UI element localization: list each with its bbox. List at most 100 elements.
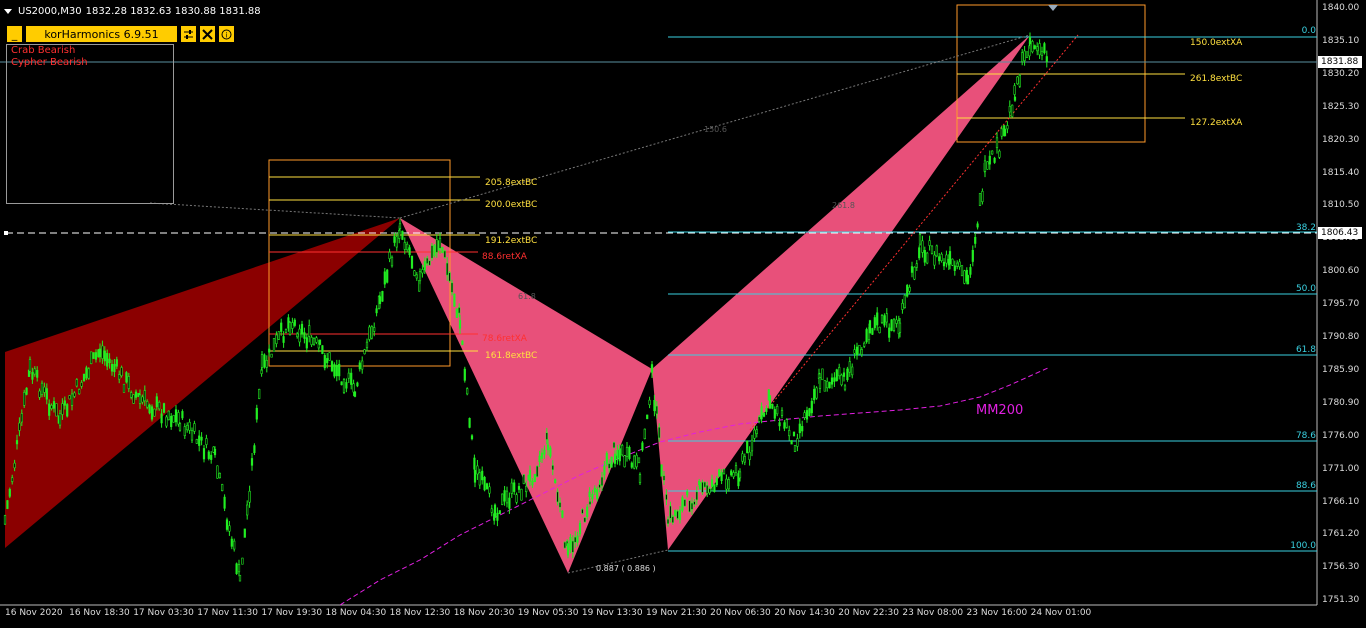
candle-body: [646, 414, 649, 420]
candle-body: [938, 256, 941, 262]
candle-body: [803, 412, 806, 418]
candle-body: [871, 328, 874, 335]
candle-body: [773, 409, 776, 419]
candle-body: [621, 445, 624, 456]
candle-body: [298, 328, 301, 343]
candle-body: [898, 322, 902, 333]
candle-body: [780, 409, 784, 416]
candle-body: [913, 266, 916, 280]
candle-body: [33, 368, 36, 375]
candle-body: [342, 379, 346, 393]
candle-body: [885, 313, 888, 323]
menu-triangle-icon[interactable]: [4, 8, 12, 14]
candle-body: [768, 395, 772, 409]
info-icon[interactable]: i: [218, 25, 235, 43]
candle-body: [835, 369, 838, 381]
pattern-item[interactable]: Crab Bearish: [7, 45, 173, 57]
candle-body: [842, 372, 846, 377]
candle-body: [207, 451, 210, 459]
indicator-title[interactable]: korHarmonics 6.9.51: [25, 25, 178, 43]
pattern-item[interactable]: Cypher Bearish: [7, 57, 173, 69]
candle-body: [186, 424, 189, 431]
candle-body: [738, 471, 742, 479]
candle-body: [235, 563, 238, 574]
candle-body: [353, 391, 357, 397]
candle-body: [971, 249, 974, 262]
candle-body: [45, 388, 48, 400]
candle-body: [38, 390, 41, 398]
candle-body: [92, 352, 95, 359]
candle-body: [665, 494, 668, 500]
candle-body: [930, 245, 934, 255]
candle-body: [356, 382, 359, 387]
candle-body: [386, 269, 389, 283]
level-label: 150.0extXA: [1190, 38, 1243, 48]
candle-body: [446, 262, 449, 276]
price-tick-label: 1776.00: [1322, 430, 1360, 441]
candle-body: [246, 504, 249, 516]
candle-body: [388, 251, 391, 259]
price-tick-label: 1830.20: [1322, 68, 1360, 79]
candle-body: [551, 465, 554, 471]
candle-body: [225, 519, 229, 530]
candle-body: [718, 469, 721, 477]
candle-body: [1036, 46, 1039, 52]
candle-body: [488, 486, 491, 494]
candle-body: [352, 383, 355, 393]
candle-body: [410, 255, 414, 269]
candle-body: [848, 361, 851, 373]
candle-body: [25, 387, 28, 395]
candle-body: [40, 382, 44, 395]
candle-body: [8, 488, 11, 497]
candle-body: [478, 472, 481, 486]
candle-body: [600, 476, 604, 486]
sliders-icon[interactable]: [180, 25, 197, 43]
candle-body: [383, 271, 386, 285]
candle-body: [571, 540, 574, 553]
candle-body: [727, 479, 730, 490]
candle-body: [98, 348, 102, 358]
candle-body: [755, 429, 758, 434]
candle-body: [695, 491, 698, 501]
candle-body: [1021, 52, 1024, 62]
current-price-tag: 1831.88: [1318, 56, 1362, 68]
candle-body: [635, 454, 638, 468]
candle-body: [270, 353, 273, 358]
candle-body: [758, 416, 761, 422]
candle-body: [556, 491, 559, 503]
price-chart[interactable]: [0, 0, 1366, 628]
candle-body: [101, 345, 104, 359]
candle-body: [638, 474, 642, 484]
candle-body: [650, 366, 654, 373]
candle-body: [31, 372, 34, 380]
price-tick-label: 1800.60: [1322, 266, 1360, 277]
candle-body: [1040, 50, 1044, 57]
candle-body: [143, 390, 146, 402]
time-tick-label: 19 Nov 21:30: [646, 608, 707, 618]
candle-body: [174, 409, 178, 423]
candle-body: [330, 361, 334, 372]
price-tick-label: 1790.80: [1322, 332, 1360, 342]
candle-body: [880, 315, 884, 323]
candle-body: [265, 360, 268, 368]
candle-body: [1033, 45, 1036, 49]
candle-body: [433, 245, 436, 257]
candle-body: [1023, 50, 1026, 61]
candle-body: [146, 401, 149, 408]
candle-body: [762, 412, 766, 417]
candle-body: [52, 401, 56, 409]
time-tick-label: 17 Nov 19:30: [261, 608, 323, 618]
candle-body: [340, 381, 343, 386]
minimize-button[interactable]: _: [6, 25, 23, 43]
candle-body: [200, 436, 203, 441]
candle-body: [974, 236, 977, 244]
candle-body: [48, 403, 51, 416]
candle-body: [986, 161, 989, 170]
candle-body: [858, 344, 861, 355]
candle-body: [160, 413, 163, 424]
candle-body: [591, 493, 594, 500]
tools-icon[interactable]: [199, 25, 216, 43]
candle-body: [103, 350, 106, 362]
candle-body: [134, 391, 138, 398]
candle-body: [690, 502, 694, 510]
